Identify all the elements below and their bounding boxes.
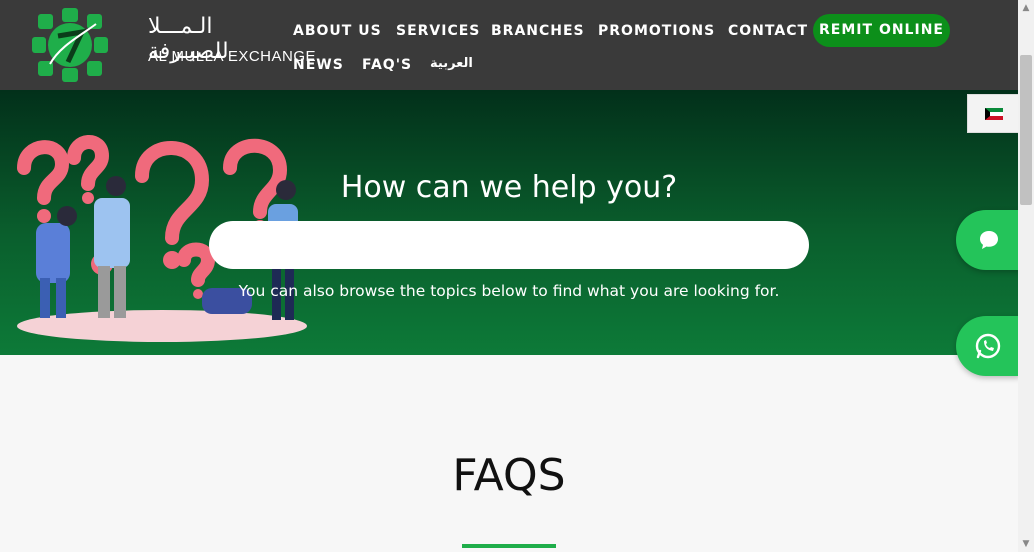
logo-english-text: AL MULLA EXCHANGE <box>148 48 316 65</box>
logo[interactable]: الـمـــلا للصيـرفة AL MULLA EXCHANGE <box>30 6 316 84</box>
faqs-heading: FAQS <box>452 450 566 501</box>
scroll-down-arrow-icon[interactable]: ▼ <box>1018 536 1034 552</box>
nav-contact[interactable]: CONTACT <box>728 23 808 39</box>
language-flag-button[interactable] <box>967 94 1019 133</box>
page-scrollbar[interactable]: ▲ ▼ <box>1018 0 1034 552</box>
search-input[interactable] <box>209 221 809 269</box>
kuwait-flag-icon <box>985 108 1003 120</box>
scrollbar-thumb[interactable] <box>1020 55 1032 205</box>
chat-bubble-icon <box>980 231 998 249</box>
whatsapp-icon <box>975 333 1001 359</box>
nav-arabic[interactable]: العربية <box>430 56 473 71</box>
live-chat-button[interactable] <box>956 210 1020 270</box>
faqs-underline <box>462 544 556 548</box>
scroll-up-arrow-icon[interactable]: ▲ <box>1018 0 1034 16</box>
logo-emblem-icon <box>32 8 108 82</box>
nav-faqs[interactable]: FAQ'S <box>362 57 412 73</box>
site-header: الـمـــلا للصيـرفة AL MULLA EXCHANGE ABO… <box>0 0 1018 90</box>
nav-services[interactable]: SERVICES <box>396 23 480 39</box>
remit-online-button[interactable]: REMIT ONLINE <box>813 14 950 47</box>
nav-news[interactable]: NEWS <box>293 57 344 73</box>
whatsapp-button[interactable] <box>956 316 1020 376</box>
hero-banner: How can we help you? You can also browse… <box>0 90 1018 355</box>
nav-branches[interactable]: BRANCHES <box>491 23 585 39</box>
nav-about-us[interactable]: ABOUT US <box>293 23 382 39</box>
nav-promotions[interactable]: PROMOTIONS <box>598 23 715 39</box>
hero-title: How can we help you? <box>340 170 678 205</box>
hero-subtitle: You can also browse the topics below to … <box>238 282 780 300</box>
